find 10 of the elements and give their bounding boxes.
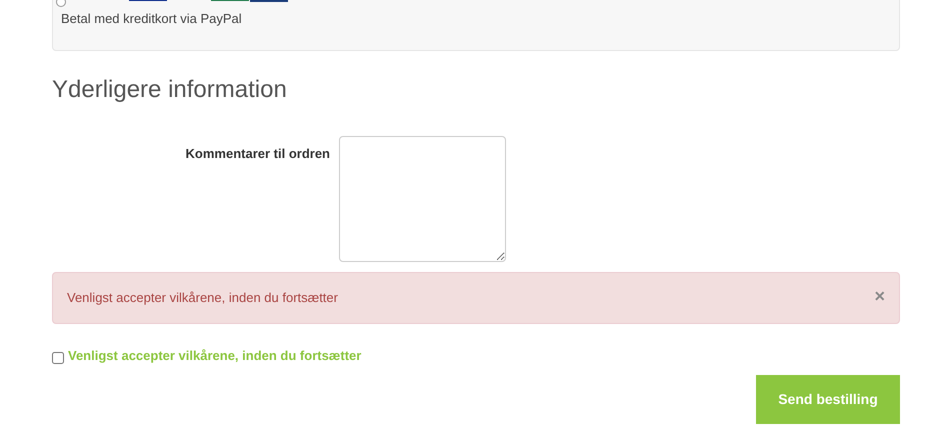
close-button[interactable]: × [874,287,885,305]
submit-button[interactable]: Send bestilling [756,375,900,424]
section-title: Yderligere information [52,75,287,105]
terms-checkbox[interactable] [52,352,64,364]
payment-text: Betal med kreditkort via PayPal [61,10,243,28]
comments-field[interactable] [339,136,506,262]
radio-button[interactable] [56,0,66,7]
comments-label: Kommentarer til ordren [184,145,330,163]
alert-message: Venligst accepter vilkårene, inden du fortsætter [67,289,338,308]
terms-label: Venligst accepter vilkårene, inden du fortsætter [68,347,362,365]
